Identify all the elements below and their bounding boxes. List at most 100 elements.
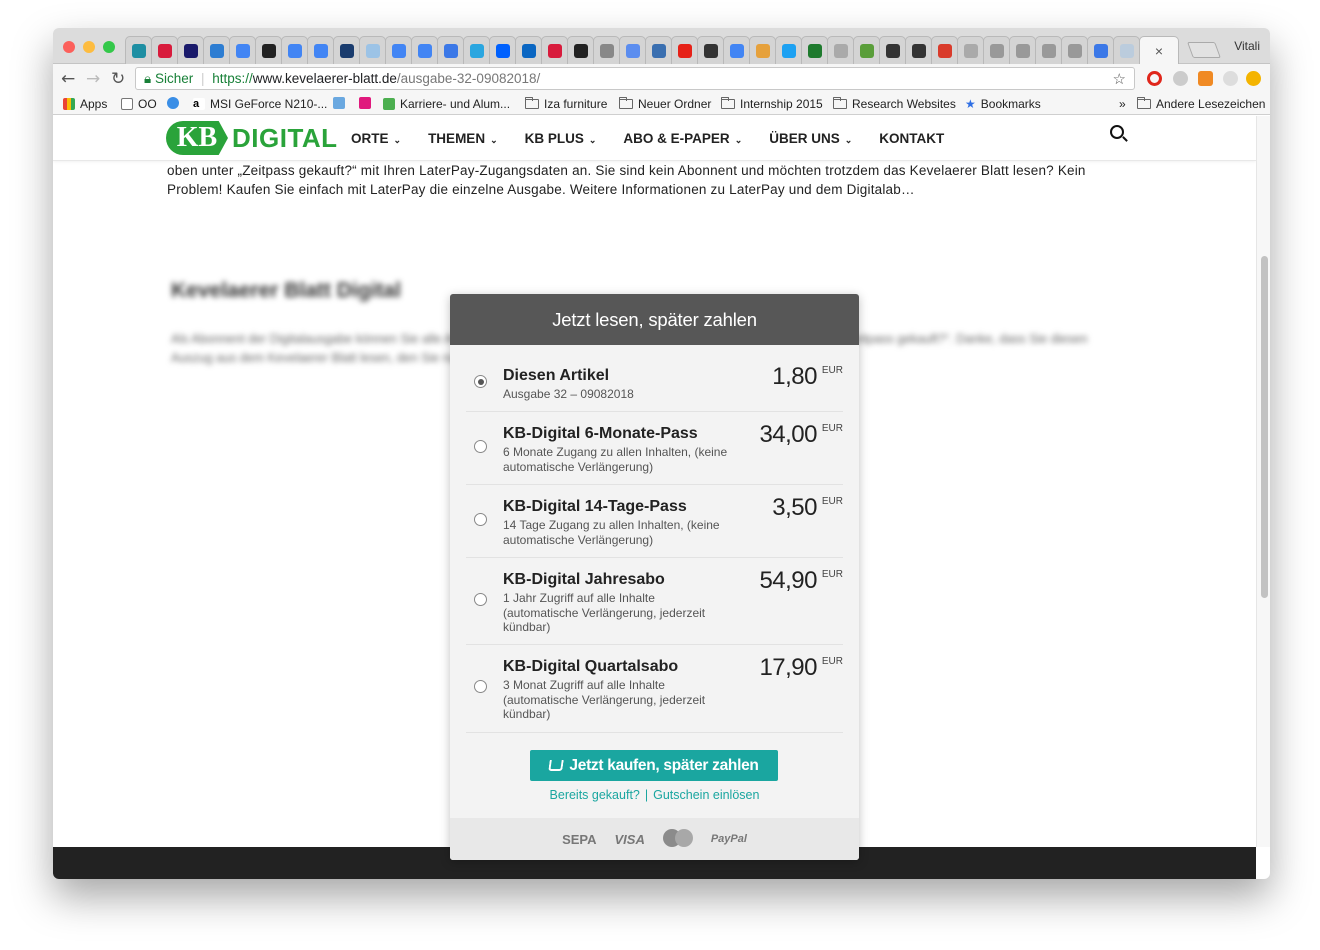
tab[interactable] <box>957 36 984 64</box>
option-6-monate-pass[interactable]: KB-Digital 6-Monate-Pass 6 Monate Zugang… <box>466 412 843 485</box>
address-bar[interactable]: 🔒︎ Sicher | https://www.kevelaerer-blatt… <box>135 67 1135 90</box>
tab[interactable] <box>541 36 568 64</box>
opera-extension-icon[interactable] <box>1147 71 1162 86</box>
bookmark-item[interactable] <box>359 97 376 109</box>
radio-button[interactable] <box>474 440 487 453</box>
menu-item-kb-plus[interactable]: KB PLUS ⌄ <box>525 131 597 146</box>
github-icon <box>261 43 276 58</box>
bookmark-folder[interactable]: Neuer Ordner <box>619 97 711 111</box>
bookmark-apps[interactable]: Apps <box>63 97 107 111</box>
extension-icon[interactable] <box>1246 71 1261 86</box>
tab[interactable] <box>281 36 308 64</box>
tab[interactable] <box>619 36 646 64</box>
tab[interactable] <box>515 36 542 64</box>
tab[interactable] <box>749 36 776 64</box>
tab[interactable] <box>359 36 386 64</box>
bookmark-label: Neuer Ordner <box>638 97 712 111</box>
bookmark-folder[interactable]: Iza furniture <box>525 97 607 111</box>
radio-button[interactable] <box>474 680 487 693</box>
radio-button[interactable] <box>474 513 487 526</box>
folder-icon <box>1137 97 1151 109</box>
tab[interactable] <box>229 36 256 64</box>
zoom-window-button[interactable] <box>103 41 115 53</box>
option-single-article[interactable]: Diesen Artikel Ausgabe 32 – 09082018 1,8… <box>466 345 843 412</box>
tab[interactable] <box>671 36 698 64</box>
tab[interactable] <box>411 36 438 64</box>
tab[interactable] <box>775 36 802 64</box>
tab[interactable] <box>827 36 854 64</box>
bookmark-star-icon[interactable]: ☆ <box>1113 69 1126 90</box>
tab[interactable] <box>489 36 516 64</box>
tab[interactable] <box>983 36 1010 64</box>
bookmark-item[interactable] <box>333 97 350 109</box>
bookmark-item[interactable]: OO <box>121 97 157 111</box>
option-quartalsabo[interactable]: KB-Digital Quartalsabo 3 Monat Zugriff a… <box>466 645 843 733</box>
menu-item-themen[interactable]: THEMEN ⌄ <box>428 131 498 146</box>
tab[interactable] <box>931 36 958 64</box>
already-bought-link[interactable]: Bereits gekauft? <box>550 788 640 802</box>
close-window-button[interactable] <box>63 41 75 53</box>
option-price: 34,00 <box>759 421 817 448</box>
tab[interactable] <box>385 36 412 64</box>
menu-item-orte[interactable]: ORTE ⌄ <box>351 131 401 146</box>
redeem-voucher-link[interactable]: Gutschein einlösen <box>653 788 759 802</box>
new-tab-button[interactable] <box>1187 42 1221 58</box>
site-logo[interactable]: KB DIGITAL <box>166 119 337 159</box>
menu-item-ueber-uns[interactable]: ÜBER UNS ⌄ <box>769 131 852 146</box>
bookmark-item[interactable] <box>167 97 184 109</box>
tab[interactable] <box>437 36 464 64</box>
active-tab[interactable]: × <box>1139 36 1179 64</box>
tab[interactable] <box>125 36 152 64</box>
tab[interactable] <box>1035 36 1062 64</box>
radio-button[interactable] <box>474 375 487 388</box>
option-jahresabo[interactable]: KB-Digital Jahresabo 1 Jahr Zugriff auf … <box>466 558 843 645</box>
tab[interactable] <box>723 36 750 64</box>
bookmark-folder[interactable]: Internship 2015 <box>721 97 823 111</box>
option-14-tage-pass[interactable]: KB-Digital 14-Tage-Pass 14 Tage Zugang z… <box>466 485 843 558</box>
menu-item-kontakt[interactable]: KONTAKT <box>879 131 944 146</box>
minimize-window-button[interactable] <box>83 41 95 53</box>
favicon-icon <box>1119 43 1134 58</box>
bookmarks-overflow[interactable]: » <box>1119 97 1126 111</box>
tab[interactable] <box>853 36 880 64</box>
forward-arrow-icon[interactable]: → <box>86 69 100 89</box>
page-scrollbar[interactable] <box>1256 116 1270 847</box>
tab[interactable] <box>879 36 906 64</box>
tab[interactable] <box>1113 36 1140 64</box>
back-arrow-icon[interactable]: ← <box>61 69 75 89</box>
tab[interactable] <box>645 36 672 64</box>
tab[interactable] <box>801 36 828 64</box>
bookmark-item[interactable]: ★ Bookmarks <box>965 97 1041 111</box>
bookmark-folder[interactable]: Research Websites <box>833 97 956 111</box>
tab[interactable] <box>1087 36 1114 64</box>
profile-name[interactable]: Vitali <box>1234 39 1260 53</box>
tab[interactable] <box>177 36 204 64</box>
buy-now-pay-later-button[interactable]: Jetzt kaufen, später zahlen <box>530 750 778 781</box>
tab[interactable] <box>593 36 620 64</box>
close-tab-icon[interactable]: × <box>1155 43 1163 59</box>
bookmark-item[interactable]: Karriere- und Alum... <box>383 97 510 111</box>
option-currency: EUR <box>821 423 843 434</box>
scrollbar-thumb[interactable] <box>1261 256 1268 598</box>
tab[interactable] <box>1061 36 1088 64</box>
reload-icon[interactable]: ↻ <box>111 69 125 89</box>
extension-icon[interactable] <box>1198 71 1213 86</box>
tab[interactable] <box>307 36 334 64</box>
bookmark-folder[interactable]: Andere Lesezeichen <box>1137 97 1265 111</box>
tab[interactable] <box>151 36 178 64</box>
cloud-extension-icon[interactable] <box>1223 71 1238 86</box>
tab[interactable] <box>203 36 230 64</box>
menu-item-abo[interactable]: ABO & E-PAPER ⌄ <box>623 131 742 146</box>
tab[interactable] <box>1009 36 1036 64</box>
extension-icon[interactable] <box>1173 71 1188 86</box>
tab-strip: × Vitali <box>53 28 1270 64</box>
radio-button[interactable] <box>474 593 487 606</box>
search-icon[interactable] <box>1110 125 1124 139</box>
bookmark-item[interactable]: a MSI GeForce N210-... <box>193 97 327 111</box>
tab[interactable] <box>333 36 360 64</box>
tab[interactable] <box>255 36 282 64</box>
tab[interactable] <box>697 36 724 64</box>
tab[interactable] <box>905 36 932 64</box>
tab[interactable] <box>463 36 490 64</box>
tab[interactable] <box>567 36 594 64</box>
